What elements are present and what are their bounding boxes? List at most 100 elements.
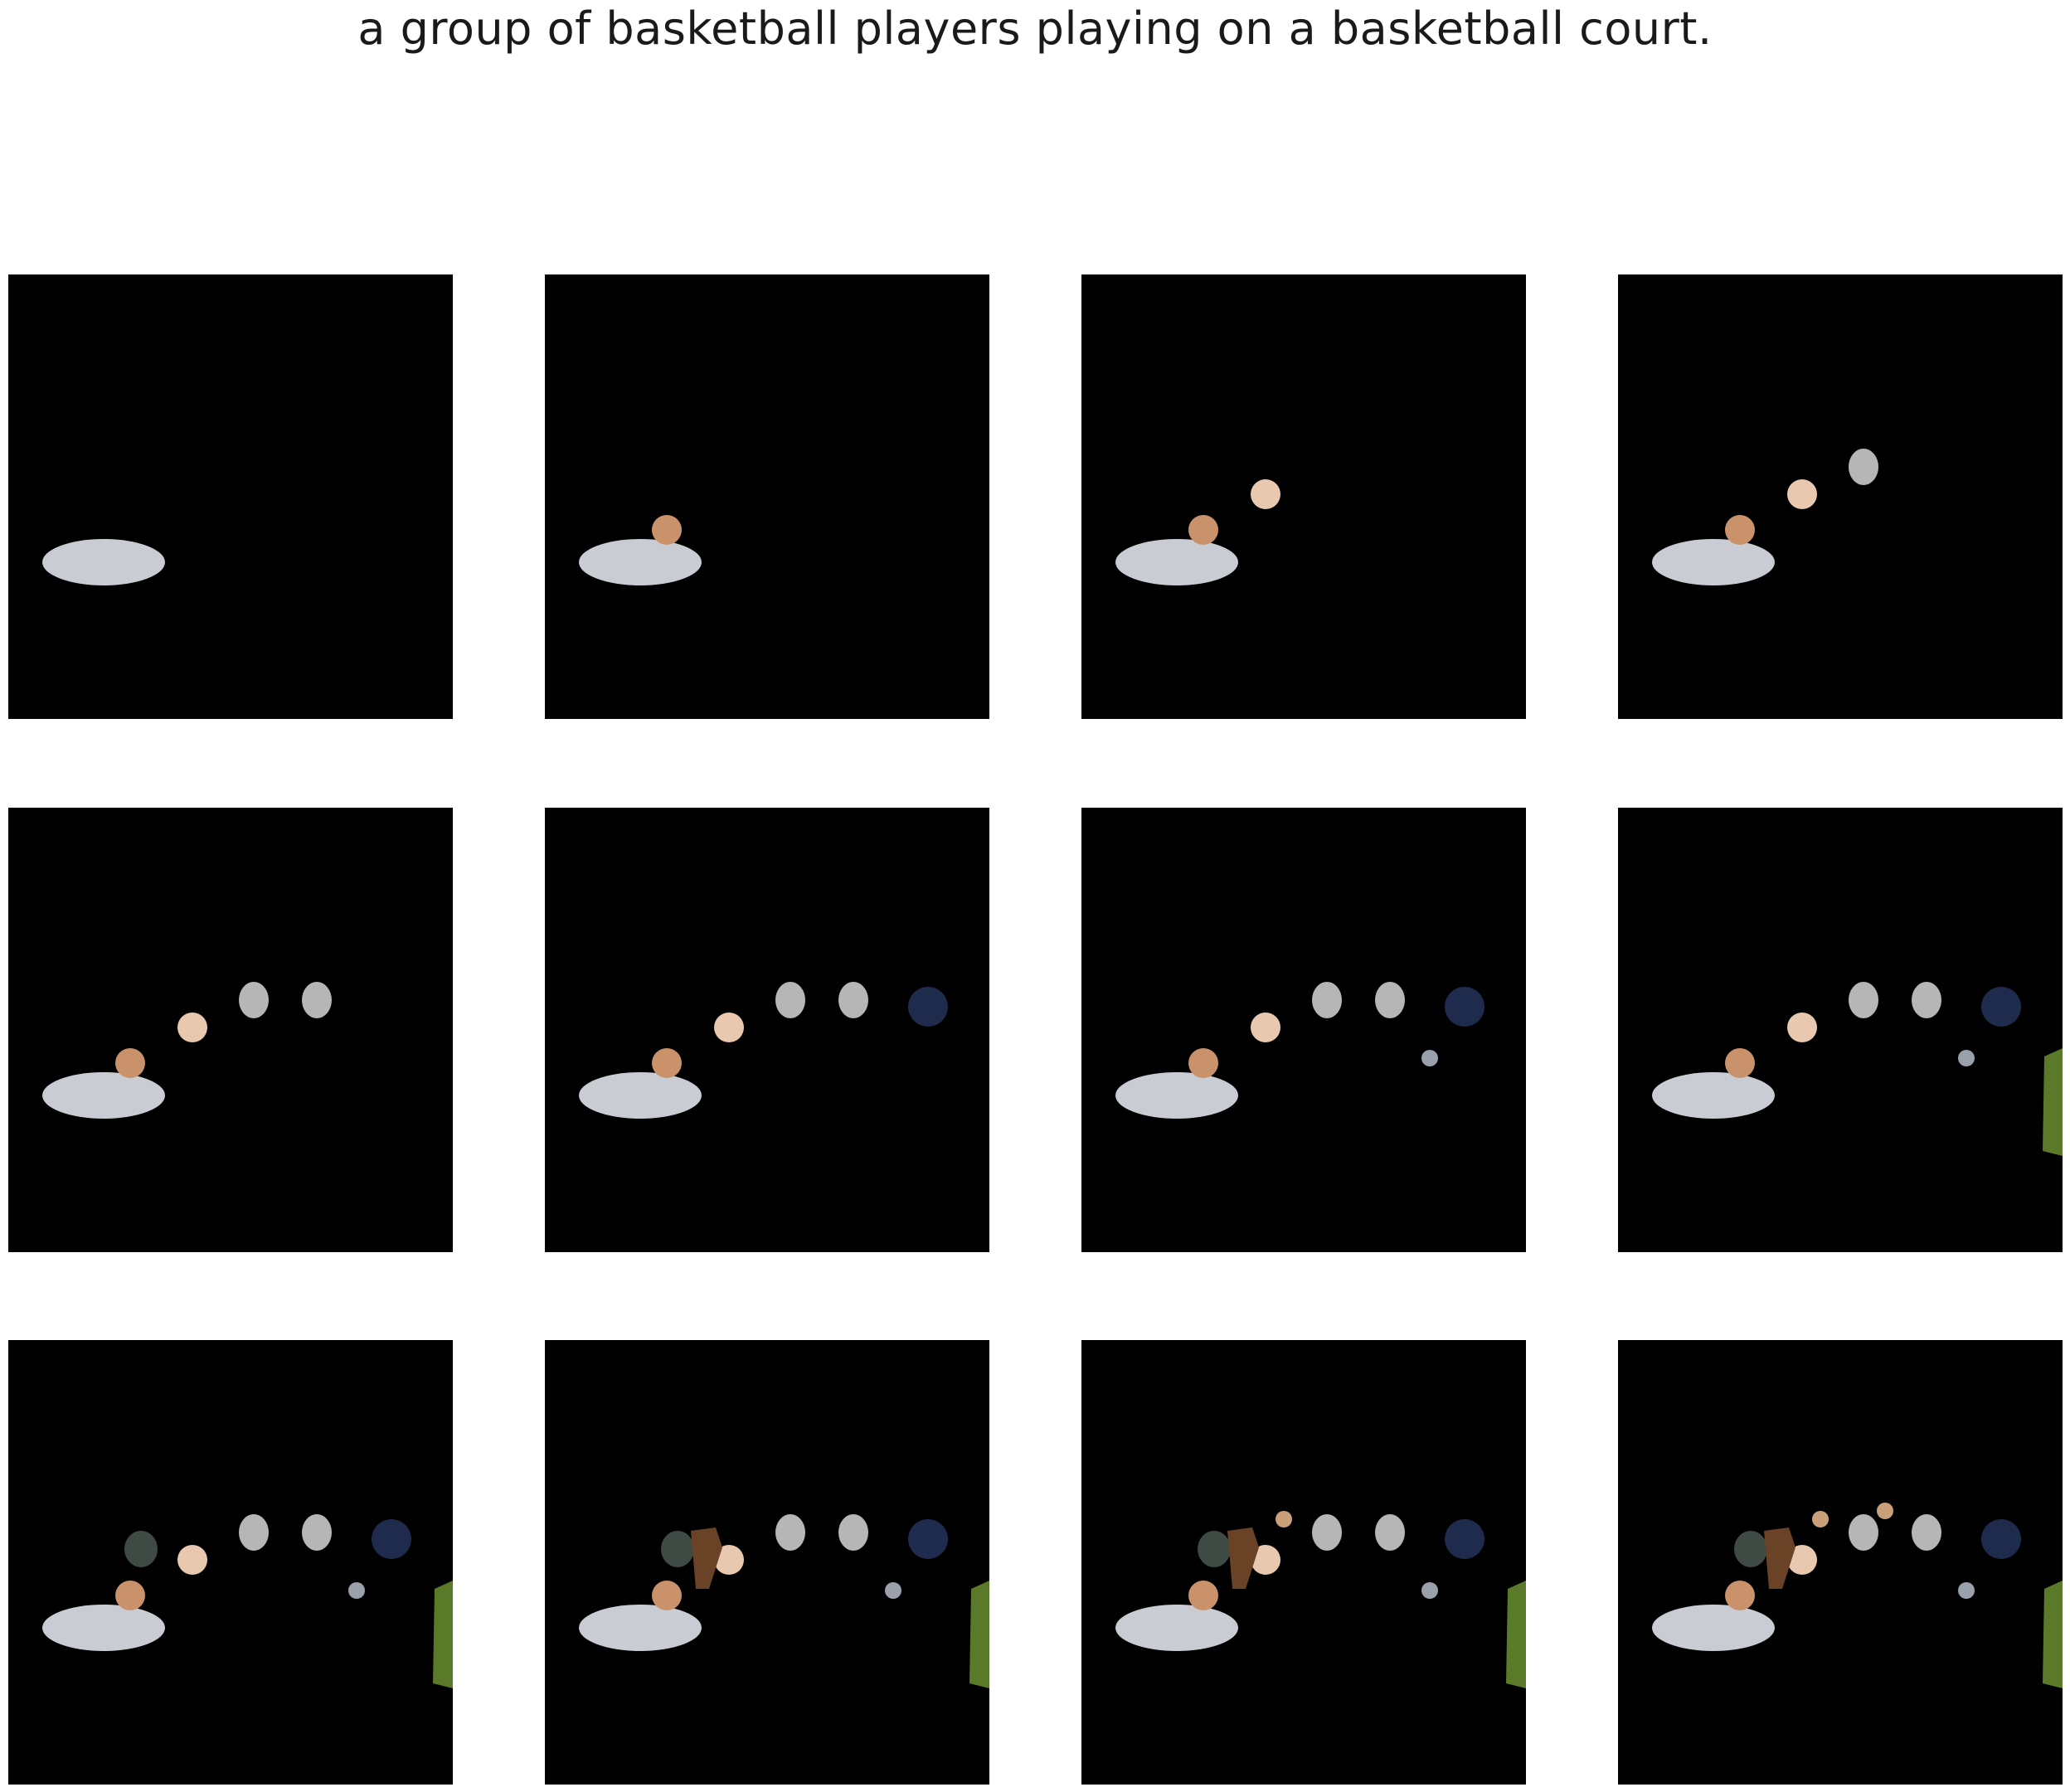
yellow-jersey-player-figure: 2 bbox=[115, 1048, 145, 1078]
yellow-jersey-player-figure: 2 bbox=[1188, 1048, 1218, 1078]
old-man-figure bbox=[1787, 479, 1817, 509]
head-cutout-figure bbox=[124, 1531, 158, 1567]
frame-image: 2 bbox=[8, 808, 453, 1252]
woman-bw-2-figure bbox=[838, 982, 868, 1018]
frame-image: 2 bbox=[545, 274, 989, 719]
leaning-player-figure bbox=[1115, 1072, 1238, 1119]
woman-bw-figure bbox=[1312, 982, 1342, 1018]
woman-bw-figure bbox=[1849, 982, 1878, 1018]
yellow-jersey-player-figure: 2 bbox=[1188, 1581, 1218, 1610]
leaning-player-figure bbox=[579, 1072, 702, 1119]
frame-background bbox=[1618, 808, 2063, 1252]
frame-background bbox=[545, 274, 989, 719]
batter-red-figure: 1 bbox=[1981, 987, 2021, 1027]
yellow-jersey-player-figure: 2 bbox=[1725, 1048, 1755, 1078]
green-figure-figure bbox=[969, 1581, 989, 1688]
frame-background bbox=[8, 1340, 453, 1785]
suit-man-figure bbox=[1276, 1511, 1292, 1527]
woman-bw-2-figure bbox=[1375, 982, 1405, 1018]
frame-background bbox=[1081, 1340, 1526, 1785]
woman-bw-2-figure bbox=[838, 1514, 868, 1551]
frame-background bbox=[1081, 274, 1526, 719]
frame-background bbox=[545, 1340, 989, 1785]
woman-bw-2-figure bbox=[1912, 982, 1941, 1018]
small-figure-figure bbox=[1421, 1582, 1438, 1599]
batter-red-figure: 1 bbox=[1445, 1519, 1484, 1559]
image-grid: 2 2 bbox=[0, 0, 2070, 1792]
woman-bw-figure bbox=[1849, 1514, 1878, 1551]
frame-image: 2 bbox=[1081, 274, 1526, 719]
frame-panel-1 bbox=[8, 274, 453, 719]
frame-image bbox=[8, 274, 453, 719]
leaning-player-figure bbox=[42, 539, 165, 585]
frame-background bbox=[8, 274, 453, 719]
leaning-player-figure bbox=[42, 1072, 165, 1119]
yellow-jersey-player-figure: 2 bbox=[1725, 515, 1755, 545]
suit-man-figure bbox=[1812, 1511, 1829, 1527]
head-cutout-figure bbox=[661, 1531, 694, 1567]
yellow-jersey-player-figure: 2 bbox=[1188, 515, 1218, 545]
woman-bw-figure bbox=[775, 1514, 805, 1551]
frame-image: 2 bbox=[1081, 808, 1526, 1252]
frame-image: 2 bbox=[8, 1340, 453, 1785]
green-figure-figure bbox=[2043, 1048, 2063, 1156]
small-figure-figure bbox=[348, 1582, 365, 1599]
yellow-jersey-player-figure: 2 bbox=[652, 515, 682, 545]
woman-bw-figure bbox=[239, 982, 269, 1018]
frame-background bbox=[545, 808, 989, 1252]
old-man-figure bbox=[177, 1545, 207, 1575]
frame-panel-4: 2 bbox=[1618, 274, 2063, 719]
leaning-player-figure bbox=[1115, 1605, 1238, 1651]
frame-panel-12: 2 bbox=[1618, 1340, 2063, 1785]
frame-image: 2 bbox=[1618, 1340, 2063, 1785]
yellow-jersey-player-figure: 2 bbox=[652, 1048, 682, 1078]
frame-panel-10: 2 bbox=[545, 1340, 989, 1785]
suit-man-2-figure bbox=[1877, 1503, 1893, 1519]
head-cutout-figure bbox=[1734, 1531, 1767, 1567]
old-man-figure bbox=[1251, 479, 1280, 509]
woman-bw-figure bbox=[1312, 1514, 1342, 1551]
frame-panel-11: 2 bbox=[1081, 1340, 1526, 1785]
frame-background bbox=[1618, 1340, 2063, 1785]
frame-panel-8: 2 bbox=[1618, 808, 2063, 1252]
leaning-player-figure bbox=[1115, 539, 1238, 585]
leaning-player-figure bbox=[42, 1605, 165, 1651]
frame-image: 2 bbox=[1618, 808, 2063, 1252]
green-figure-figure bbox=[1506, 1581, 1526, 1688]
batter-red-figure: 1 bbox=[372, 1519, 411, 1559]
small-figure-figure bbox=[885, 1582, 901, 1599]
green-figure-figure bbox=[433, 1581, 453, 1688]
frame-image: 2 bbox=[545, 808, 989, 1252]
frame-panel-5: 2 bbox=[8, 808, 453, 1252]
frame-panel-7: 2 bbox=[1081, 808, 1526, 1252]
frame-panel-9: 2 bbox=[8, 1340, 453, 1785]
small-figure-figure bbox=[1958, 1050, 1975, 1066]
old-man-figure bbox=[1787, 1013, 1817, 1042]
woman-bw-figure bbox=[1849, 449, 1878, 485]
head-cutout-figure bbox=[1198, 1531, 1231, 1567]
leaning-player-figure bbox=[1652, 1072, 1775, 1119]
frame-panel-3: 2 bbox=[1081, 274, 1526, 719]
frame-background bbox=[1618, 274, 2063, 719]
yellow-jersey-player-figure: 2 bbox=[1725, 1581, 1755, 1610]
frame-image: 2 bbox=[1081, 1340, 1526, 1785]
leaning-player-figure bbox=[1652, 539, 1775, 585]
frame-panel-6: 2 bbox=[545, 808, 989, 1252]
woman-bw-2-figure bbox=[1912, 1514, 1941, 1551]
green-figure-figure bbox=[2043, 1581, 2063, 1688]
batter-red-figure: 1 bbox=[1445, 987, 1484, 1027]
batter-red-figure: 1 bbox=[908, 1519, 948, 1559]
small-figure-figure bbox=[1958, 1582, 1975, 1599]
leaning-player-figure bbox=[579, 539, 702, 585]
yellow-jersey-player-figure: 2 bbox=[115, 1581, 145, 1610]
frame-background bbox=[8, 808, 453, 1252]
woman-bw-figure bbox=[239, 1514, 269, 1551]
woman-bw-figure bbox=[775, 982, 805, 1018]
batter-red-figure: 1 bbox=[908, 987, 948, 1027]
leaning-player-figure bbox=[1652, 1605, 1775, 1651]
old-man-figure bbox=[714, 1013, 744, 1042]
old-man-figure bbox=[1251, 1013, 1280, 1042]
small-figure-figure bbox=[1421, 1050, 1438, 1066]
leaning-player-figure bbox=[579, 1605, 702, 1651]
woman-bw-2-figure bbox=[302, 982, 332, 1018]
